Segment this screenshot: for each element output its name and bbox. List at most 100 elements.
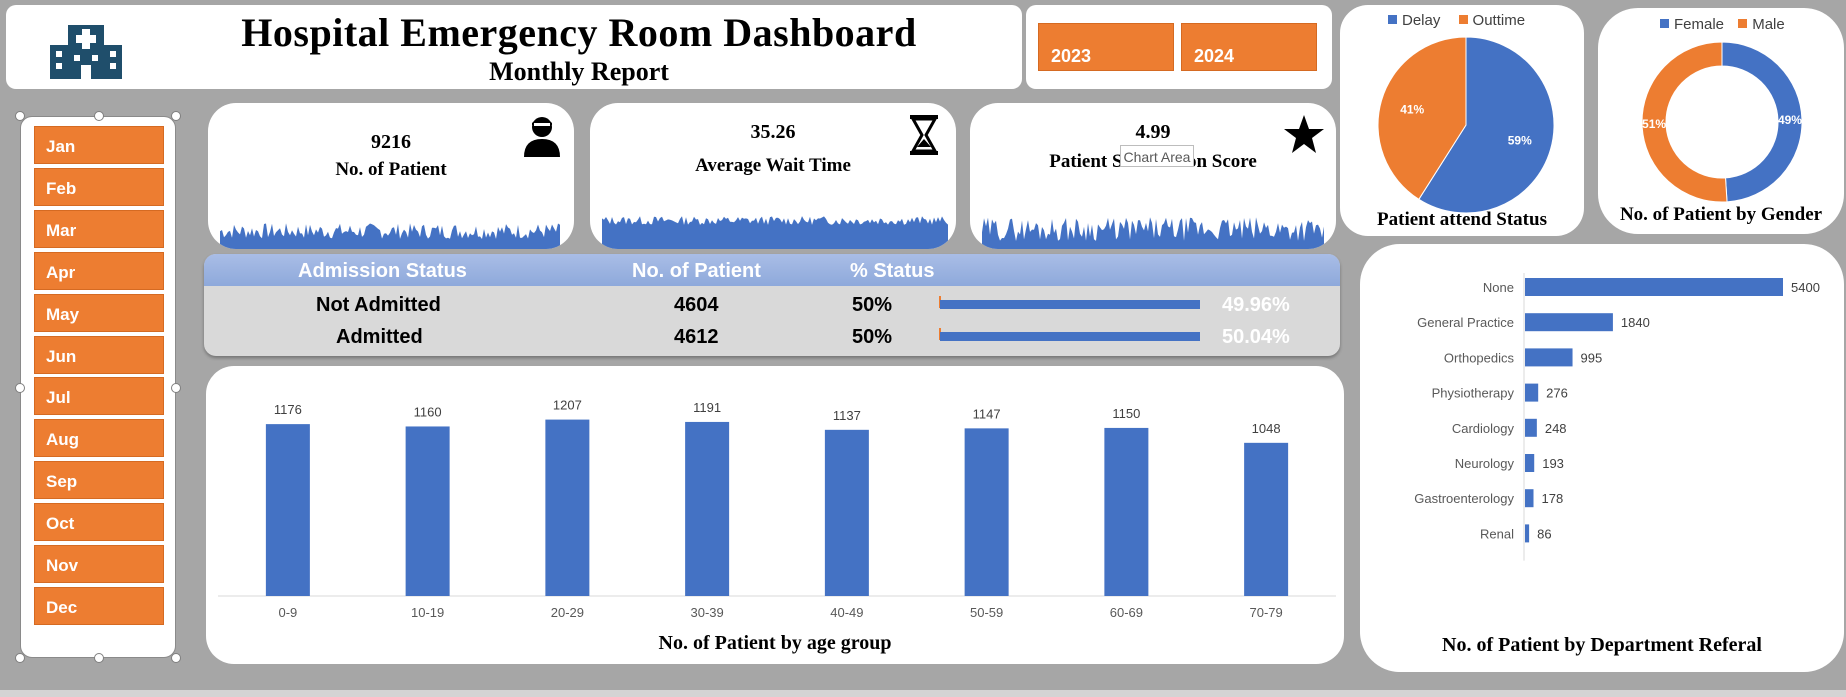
- slice-label: 51%: [1642, 117, 1666, 131]
- year-slicer: 2023 2024: [1026, 5, 1332, 89]
- tick-label: 40-49: [830, 605, 863, 620]
- legend-swatch: [1388, 15, 1397, 24]
- chart-title: No. of Patient by Department Referal: [1442, 634, 1762, 656]
- department-referral-chart-card: None 5400 General Practice 1840 Orthopedics 9…: [1360, 244, 1844, 672]
- kpi-card-patients: 9216 No. of Patient: [208, 103, 574, 249]
- tick-label: Neurology: [1455, 456, 1515, 471]
- data-label: 1150: [1112, 406, 1140, 421]
- kpi-card-satisfaction: 4.99 Patient Satisfaction Score: [970, 103, 1336, 249]
- hospital-icon: [50, 25, 122, 79]
- month-button-jan[interactable]: Jan: [34, 126, 164, 164]
- tick-label: 50-59: [970, 605, 1003, 620]
- year-button-2024[interactable]: 2024: [1181, 23, 1317, 71]
- column-header: No. of Patient: [632, 260, 761, 282]
- month-button-sep[interactable]: Sep: [34, 461, 164, 500]
- resize-handle[interactable]: [94, 653, 104, 663]
- resize-handle[interactable]: [171, 111, 181, 121]
- bar: [1525, 348, 1573, 367]
- gender-donut: 49% 51%: [1641, 41, 1803, 203]
- data-label: 1160: [414, 404, 442, 419]
- bar: [1525, 524, 1530, 543]
- kpi-value: 35.26: [750, 121, 796, 143]
- sparkline-patients: [220, 223, 560, 249]
- pct-cell: 50%: [852, 294, 893, 316]
- department-referral-chart: None 5400 General Practice 1840 Orthopedics 9…: [1414, 273, 1820, 561]
- sparkline-wait-time: [602, 216, 948, 249]
- table-header: Admission Status No. of Patient % Status: [204, 254, 1340, 286]
- month-button-nov[interactable]: Nov: [34, 545, 164, 583]
- month-button-feb[interactable]: Feb: [34, 167, 164, 206]
- age-group-chart: 1176 0-9 1160 10-19 1207 20-29 1191 30-39 1137 40…: [218, 398, 1336, 620]
- resize-handle[interactable]: [15, 111, 25, 121]
- month-button-jun[interactable]: Jun: [34, 335, 164, 374]
- sheet-tabs-strip: [0, 690, 1846, 697]
- data-label: 5400: [1791, 280, 1820, 295]
- sparkline-area: [982, 217, 1324, 249]
- legend-label: Male: [1752, 16, 1785, 33]
- percent-bar-label: 49.96%: [1222, 294, 1290, 316]
- title-card: Hospital Emergency Room Dashboard Monthl…: [6, 5, 1022, 89]
- month-button-jul[interactable]: Jul: [34, 377, 164, 416]
- month-button-apr[interactable]: Apr: [34, 251, 164, 290]
- status-cell: Admitted: [336, 326, 423, 348]
- bar: [685, 421, 730, 596]
- tick-label: Cardiology: [1452, 421, 1515, 436]
- hourglass-icon: [910, 115, 938, 155]
- status-cell: Not Admitted: [316, 294, 441, 316]
- legend-swatch: [1458, 15, 1468, 24]
- tick-label: Orthopedics: [1444, 350, 1515, 365]
- resize-handle[interactable]: [171, 383, 181, 393]
- month-slicer: Jan Feb Mar Apr May Jun Jul Aug Sep Oct Nov Dec: [15, 111, 181, 663]
- month-button-may[interactable]: May: [34, 293, 164, 332]
- dashboard-subtitle: Monthly Report: [489, 57, 669, 86]
- bar: [1525, 278, 1783, 296]
- column-header: Admission Status: [298, 260, 467, 282]
- bar: [1244, 442, 1289, 596]
- tick-label: None: [1483, 280, 1514, 295]
- percent-bar-label: 50.04%: [1222, 326, 1290, 348]
- dashboard-title: Hospital Emergency Room Dashboard: [241, 10, 917, 55]
- slice-label: 59%: [1508, 134, 1532, 148]
- tick-label: Gastroenterology: [1414, 491, 1514, 506]
- bar: [1525, 454, 1535, 472]
- month-button-mar[interactable]: Mar: [34, 209, 164, 248]
- data-label: 1191: [693, 400, 721, 415]
- data-label: 1048: [1252, 421, 1281, 436]
- bar: [1525, 489, 1534, 508]
- legend: Female Male: [1660, 16, 1785, 33]
- data-label: 1176: [274, 402, 302, 417]
- data-label: 86: [1537, 526, 1551, 541]
- year-button-2023[interactable]: 2023: [1038, 23, 1174, 71]
- data-label: 178: [1542, 491, 1564, 506]
- tick-label: 60-69: [1110, 605, 1143, 620]
- resize-handle[interactable]: [94, 111, 104, 121]
- bar: [964, 428, 1009, 596]
- month-button-aug[interactable]: Aug: [34, 419, 164, 458]
- resize-handle[interactable]: [15, 653, 25, 663]
- percent-bar: [940, 300, 1200, 309]
- legend: Delay Outtime: [1388, 12, 1525, 29]
- age-group-chart-card: 1176 0-9 1160 10-19 1207 20-29 1191 30-39 1137 40…: [206, 366, 1344, 664]
- bar: [1525, 383, 1539, 402]
- tick-label: 0-9: [278, 605, 297, 620]
- data-label: 995: [1581, 350, 1603, 365]
- data-label: 248: [1545, 421, 1567, 436]
- bar: [1104, 427, 1149, 596]
- kpi-value: 9216: [371, 131, 411, 153]
- attend-status-chart-card: Delay Outtime 59% 41% Patient attend Stat…: [1340, 5, 1584, 236]
- kpi-label: No. of Patient: [335, 159, 447, 180]
- bar: [545, 419, 590, 596]
- chart-title: No. of Patient by Gender: [1619, 204, 1823, 225]
- kpi-value: 4.99: [1135, 121, 1171, 143]
- data-label: 276: [1546, 386, 1568, 401]
- data-label: 1840: [1621, 315, 1650, 330]
- month-button-oct[interactable]: Oct: [34, 503, 164, 542]
- resize-handle[interactable]: [171, 653, 181, 663]
- gender-chart-card: Female Male 49% 51% No. of Patient by Gen…: [1598, 8, 1844, 234]
- bar: [265, 424, 310, 596]
- data-label: 1137: [833, 408, 861, 423]
- count-cell: 4604: [674, 294, 719, 316]
- month-button-dec[interactable]: Dec: [34, 586, 164, 625]
- tick-label: Renal: [1480, 526, 1514, 541]
- resize-handle[interactable]: [15, 383, 25, 393]
